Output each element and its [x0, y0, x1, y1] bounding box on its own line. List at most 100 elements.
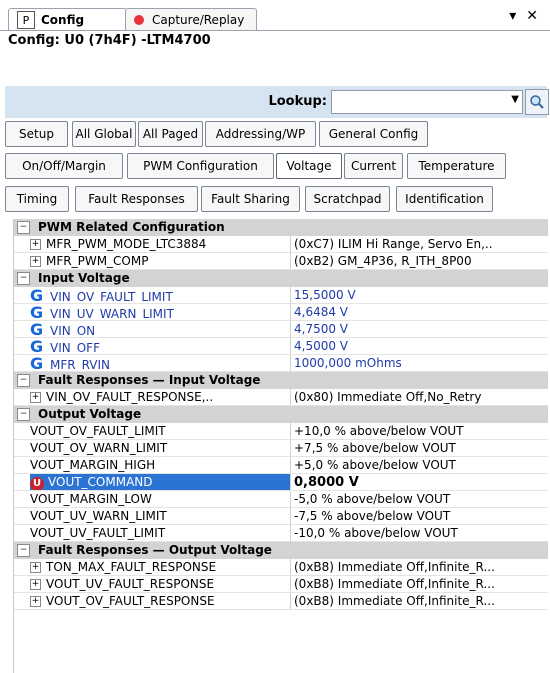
register-value[interactable]: -10,0 % above/below VOUT	[294, 525, 546, 542]
register-value[interactable]: +5,0 % above/below VOUT	[294, 457, 546, 474]
register-name: + MFR_PWM_COMP	[30, 254, 149, 268]
grid-row[interactable]: VOUT_UV_FAULT_LIMIT -10,0 % above/below …	[14, 525, 548, 542]
section-header[interactable]: − Fault Responses — Output Voltage	[14, 542, 548, 559]
grid-row[interactable]: VOUT_OV_FAULT_LIMIT +10,0 % above/below …	[14, 423, 548, 440]
addressing-wp-button[interactable]: Addressing/WP	[205, 121, 316, 147]
section-title: PWM Related Configuration	[38, 220, 225, 234]
global-register-icon: G	[30, 321, 44, 338]
register-value[interactable]: +7,5 % above/below VOUT	[294, 440, 546, 457]
search-icon	[530, 95, 544, 109]
grid-row[interactable]: + MFR_PWM_COMP (0xB2) GM_4P36, R_ITH_8P00	[14, 253, 548, 270]
grid-row[interactable]: VOUT_MARGIN_LOW -5,0 % above/below VOUT	[14, 491, 548, 508]
setup-button[interactable]: Setup	[5, 121, 68, 147]
expand-icon[interactable]: +	[30, 596, 41, 607]
grid-row[interactable]: + VOUT_OV_FAULT_RESPONSE (0xB8) Immediate…	[14, 593, 548, 610]
lookup-label: Lookup:	[268, 94, 327, 109]
collapse-icon[interactable]: −	[17, 272, 30, 285]
register-name: VOUT_MARGIN_HIGH	[30, 458, 156, 472]
collapse-icon[interactable]: −	[17, 408, 30, 421]
register-name: + VIN_OV_FAULT_RESPONSE,..	[30, 390, 214, 404]
tab-capture-replay[interactable]: Capture/Replay	[125, 8, 257, 31]
register-name: + MFR_PWM_MODE_LTC3884	[30, 237, 207, 251]
grid-row-selected[interactable]: U VOUT_COMMAND 0,8000 V	[14, 474, 548, 491]
register-value[interactable]: 4,5000 V	[294, 338, 546, 355]
temperature-button[interactable]: Temperature	[407, 153, 506, 179]
fault-sharing-button[interactable]: Fault Sharing	[201, 186, 300, 212]
document-tab-bar: P Config Capture/Replay ▾ ✕	[0, 0, 550, 32]
register-value[interactable]: 1000,000 mOhms	[294, 355, 546, 372]
section-header[interactable]: − PWM Related Configuration	[14, 219, 548, 236]
grid-row[interactable]: G VIN_OFF 4,5000 V	[14, 338, 548, 355]
register-value[interactable]: (0xB8) Immediate Off,Infinite_R...	[294, 559, 546, 576]
timing-button[interactable]: Timing	[5, 186, 69, 212]
register-name: G VIN_ON	[30, 321, 96, 338]
expand-icon[interactable]: +	[30, 392, 41, 403]
global-register-icon: G	[30, 287, 44, 304]
fault-responses-button[interactable]: Fault Responses	[75, 186, 198, 212]
register-value[interactable]: (0xB2) GM_4P36, R_ITH_8P00	[294, 253, 546, 270]
register-name: VOUT_OV_FAULT_LIMIT	[30, 424, 166, 438]
register-value[interactable]: (0xB8) Immediate Off,Infinite_R...	[294, 576, 546, 593]
search-button[interactable]	[525, 89, 549, 115]
section-title: Fault Responses — Input Voltage	[38, 373, 261, 387]
collapse-icon[interactable]: −	[17, 544, 30, 557]
all-paged-button[interactable]: All Paged	[138, 121, 203, 147]
grid-row[interactable]: + MFR_PWM_MODE_LTC3884 (0xC7) ILIM Hi Ran…	[14, 236, 548, 253]
grid-row[interactable]: + VIN_OV_FAULT_RESPONSE,.. (0x80) Immedia…	[14, 389, 548, 406]
close-icon[interactable]: ✕	[526, 8, 538, 24]
global-register-icon: G	[30, 355, 44, 372]
register-value[interactable]: (0xB8) Immediate Off,Infinite_R...	[294, 593, 546, 610]
user-register-icon: U	[30, 477, 44, 491]
expand-icon[interactable]: +	[30, 579, 41, 590]
register-value[interactable]: 0,8000 V	[294, 474, 546, 491]
register-name: G VIN_UV_WARN_LIMIT	[30, 304, 174, 321]
tab-divider	[0, 30, 550, 31]
expand-icon[interactable]: +	[30, 562, 41, 573]
register-value[interactable]: 4,7500 V	[294, 321, 546, 338]
grid-row[interactable]: G VIN_OV_FAULT_LIMIT 15,5000 V	[14, 287, 548, 304]
register-value[interactable]: 4,6484 V	[294, 304, 546, 321]
register-name: VOUT_UV_WARN_LIMIT	[30, 509, 167, 523]
pwm-configuration-button[interactable]: PWM Configuration	[127, 153, 274, 179]
grid-row[interactable]: G VIN_ON 4,7500 V	[14, 321, 548, 338]
grid-row[interactable]: + VOUT_UV_FAULT_RESPONSE (0xB8) Immediate…	[14, 576, 548, 593]
register-value[interactable]: (0xC7) ILIM Hi Range, Servo En,..	[294, 236, 546, 253]
general-config-button[interactable]: General Config	[319, 121, 428, 147]
property-grid: − PWM Related Configuration + MFR_PWM_MOD…	[13, 219, 548, 673]
expand-icon[interactable]: +	[30, 256, 41, 267]
on-off-margin-button[interactable]: On/Off/Margin	[5, 153, 123, 179]
register-name: + VOUT_UV_FAULT_RESPONSE	[30, 577, 215, 591]
lookup-combobox[interactable]: ▼	[331, 90, 523, 114]
identification-button[interactable]: Identification	[396, 186, 493, 212]
collapse-icon[interactable]: −	[17, 221, 30, 234]
tab-config[interactable]: P Config	[8, 8, 127, 31]
chevron-down-icon[interactable]: ▼	[511, 94, 519, 105]
register-value[interactable]: -5,0 % above/below VOUT	[294, 491, 546, 508]
grid-row[interactable]: G MFR_RVIN 1000,000 mOhms	[14, 355, 548, 372]
grid-row[interactable]: VOUT_MARGIN_HIGH +5,0 % above/below VOUT	[14, 457, 548, 474]
register-value[interactable]: +10,0 % above/below VOUT	[294, 423, 546, 440]
voltage-button[interactable]: Voltage	[276, 153, 342, 179]
register-value[interactable]: 15,5000 V	[294, 287, 546, 304]
section-title: Fault Responses — Output Voltage	[38, 543, 272, 557]
register-value[interactable]: (0x80) Immediate Off,No_Retry	[294, 389, 546, 406]
section-header[interactable]: − Fault Responses — Input Voltage	[14, 372, 548, 389]
section-header[interactable]: − Output Voltage	[14, 406, 548, 423]
global-register-icon: G	[30, 338, 44, 355]
grid-row[interactable]: + TON_MAX_FAULT_RESPONSE (0xB8) Immediate…	[14, 559, 548, 576]
section-header[interactable]: − Input Voltage	[14, 270, 548, 287]
register-name: G VIN_OFF	[30, 338, 100, 355]
expand-icon[interactable]: +	[30, 239, 41, 250]
scratchpad-button[interactable]: Scratchpad	[305, 186, 390, 212]
collapse-icon[interactable]: −	[17, 374, 30, 387]
tab-capture-replay-label: Capture/Replay	[152, 13, 245, 27]
grid-row[interactable]: G VIN_UV_WARN_LIMIT 4,6484 V	[14, 304, 548, 321]
register-value[interactable]: -7,5 % above/below VOUT	[294, 508, 546, 525]
grid-row[interactable]: VOUT_UV_WARN_LIMIT -7,5 % above/below VO…	[14, 508, 548, 525]
register-name: G MFR_RVIN	[30, 355, 110, 372]
grid-row[interactable]: VOUT_OV_WARN_LIMIT +7,5 % above/below VO…	[14, 440, 548, 457]
lookup-bar: Lookup: ▼	[5, 86, 549, 118]
dropdown-arrow-icon[interactable]: ▾	[509, 8, 516, 24]
all-global-button[interactable]: All Global	[72, 121, 136, 147]
current-button[interactable]: Current	[344, 153, 403, 179]
